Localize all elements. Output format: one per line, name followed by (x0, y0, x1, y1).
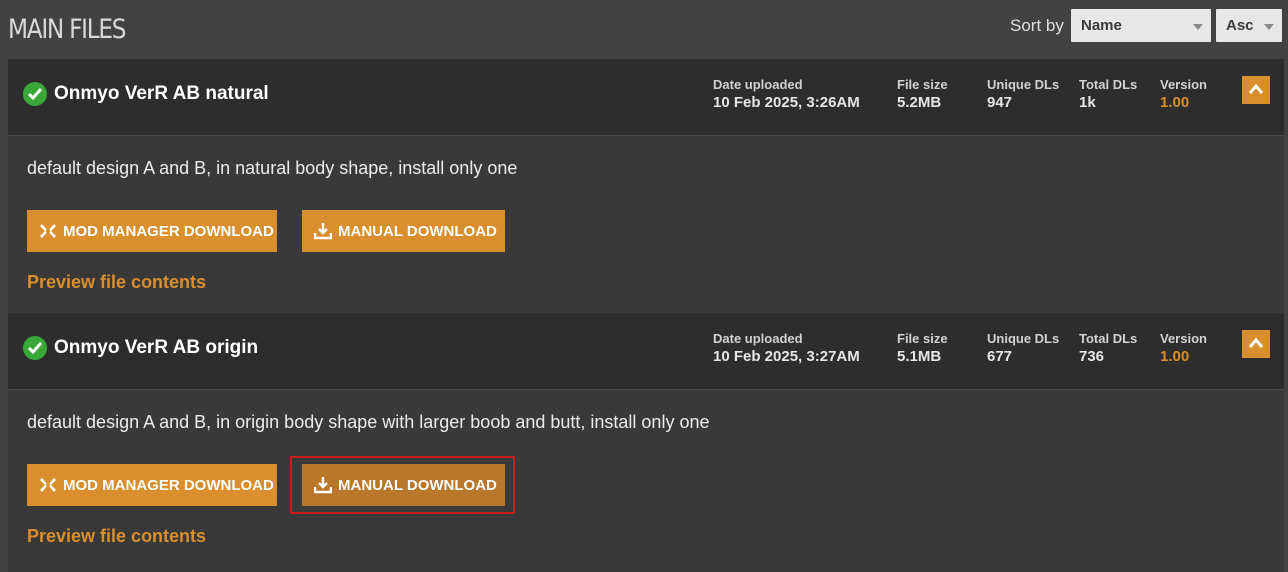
check-circle-icon (23, 336, 47, 360)
sort-field-value: Name (1081, 17, 1122, 34)
download-icon (314, 477, 332, 494)
sort-field-select[interactable]: Name (1071, 9, 1211, 42)
file-description: default design A and B, in origin body s… (27, 412, 710, 432)
unique-dls-stat: Unique DLs 677 (987, 331, 1059, 365)
button-label: MOD MANAGER DOWNLOAD (63, 476, 274, 494)
mod-manager-download-button[interactable]: MOD MANAGER DOWNLOAD (27, 210, 277, 252)
total-dls-stat: Total DLs 736 (1079, 331, 1137, 365)
stat-label: File size (897, 77, 948, 92)
file-header[interactable]: Onmyo VerR AB origin Date uploaded 10 Fe… (8, 313, 1284, 389)
stat-value: 1.00 (1160, 94, 1190, 111)
file-details: default design A and B, in natural body … (8, 135, 1284, 313)
button-label: MANUAL DOWNLOAD (338, 222, 497, 240)
sort-by-label: Sort by (1010, 16, 1064, 35)
chevron-up-icon (1249, 338, 1263, 348)
download-icon (314, 223, 332, 240)
version-stat: Version 1.00 (1160, 77, 1207, 111)
collapse-button[interactable] (1242, 330, 1270, 358)
chevron-up-icon (1249, 84, 1263, 94)
stat-label: Unique DLs (987, 77, 1060, 92)
sort-order-select[interactable]: Asc (1216, 9, 1282, 42)
file-name: Onmyo VerR AB natural (54, 83, 269, 104)
date-uploaded-stat: Date uploaded 10 Feb 2025, 3:27AM (713, 331, 860, 365)
vortex-icon (40, 224, 56, 238)
stat-label: File size (897, 331, 948, 346)
file-description: default design A and B, in natural body … (27, 158, 518, 178)
stat-value: 5.1MB (897, 348, 942, 365)
stat-label: Version (1160, 77, 1207, 92)
stat-label: Total DLs (1079, 331, 1138, 346)
preview-file-contents-link[interactable]: Preview file contents (27, 526, 206, 547)
manual-download-button[interactable]: MANUAL DOWNLOAD (302, 210, 505, 252)
button-label: MANUAL DOWNLOAD (338, 476, 497, 494)
stat-label: Version (1160, 331, 1207, 346)
version-stat: Version 1.00 (1160, 331, 1207, 365)
stat-label: Unique DLs (987, 331, 1060, 346)
manual-download-button[interactable]: MANUAL DOWNLOAD (302, 464, 505, 506)
stat-value: 10 Feb 2025, 3:27AM (713, 348, 860, 365)
mod-manager-download-button[interactable]: MOD MANAGER DOWNLOAD (27, 464, 277, 506)
vortex-icon (40, 478, 56, 492)
total-dls-stat: Total DLs 1k (1079, 77, 1137, 111)
collapse-button[interactable] (1242, 76, 1270, 104)
sort-order-value: Asc (1226, 17, 1254, 34)
stat-value: 677 (987, 348, 1013, 365)
check-circle-icon (23, 82, 47, 106)
stat-value: 947 (987, 94, 1013, 111)
stat-label: Date uploaded (713, 77, 803, 92)
unique-dls-stat: Unique DLs 947 (987, 77, 1059, 111)
section-title: MAIN FILES (8, 14, 126, 45)
stat-label: Date uploaded (713, 331, 803, 346)
file-item: Onmyo VerR AB natural Date uploaded 10 F… (8, 59, 1284, 313)
chevron-down-icon (1264, 24, 1274, 30)
file-size-stat: File size 5.1MB (897, 331, 948, 365)
stat-value: 1.00 (1160, 348, 1190, 365)
files-toolbar: MAIN FILES Sort by Name Asc (0, 0, 1288, 58)
stat-value: 736 (1079, 348, 1105, 365)
stat-value: 5.2MB (897, 94, 942, 111)
stat-value: 1k (1079, 94, 1096, 111)
stat-label: Total DLs (1079, 77, 1138, 92)
chevron-down-icon (1193, 24, 1203, 30)
preview-file-contents-link[interactable]: Preview file contents (27, 272, 206, 293)
file-header[interactable]: Onmyo VerR AB natural Date uploaded 10 F… (8, 59, 1284, 135)
date-uploaded-stat: Date uploaded 10 Feb 2025, 3:26AM (713, 77, 860, 111)
file-details: default design A and B, in origin body s… (8, 389, 1284, 572)
file-size-stat: File size 5.2MB (897, 77, 948, 111)
file-item: Onmyo VerR AB origin Date uploaded 10 Fe… (8, 313, 1284, 572)
file-name: Onmyo VerR AB origin (54, 337, 259, 358)
stat-value: 10 Feb 2025, 3:26AM (713, 94, 860, 111)
button-label: MOD MANAGER DOWNLOAD (63, 222, 274, 240)
